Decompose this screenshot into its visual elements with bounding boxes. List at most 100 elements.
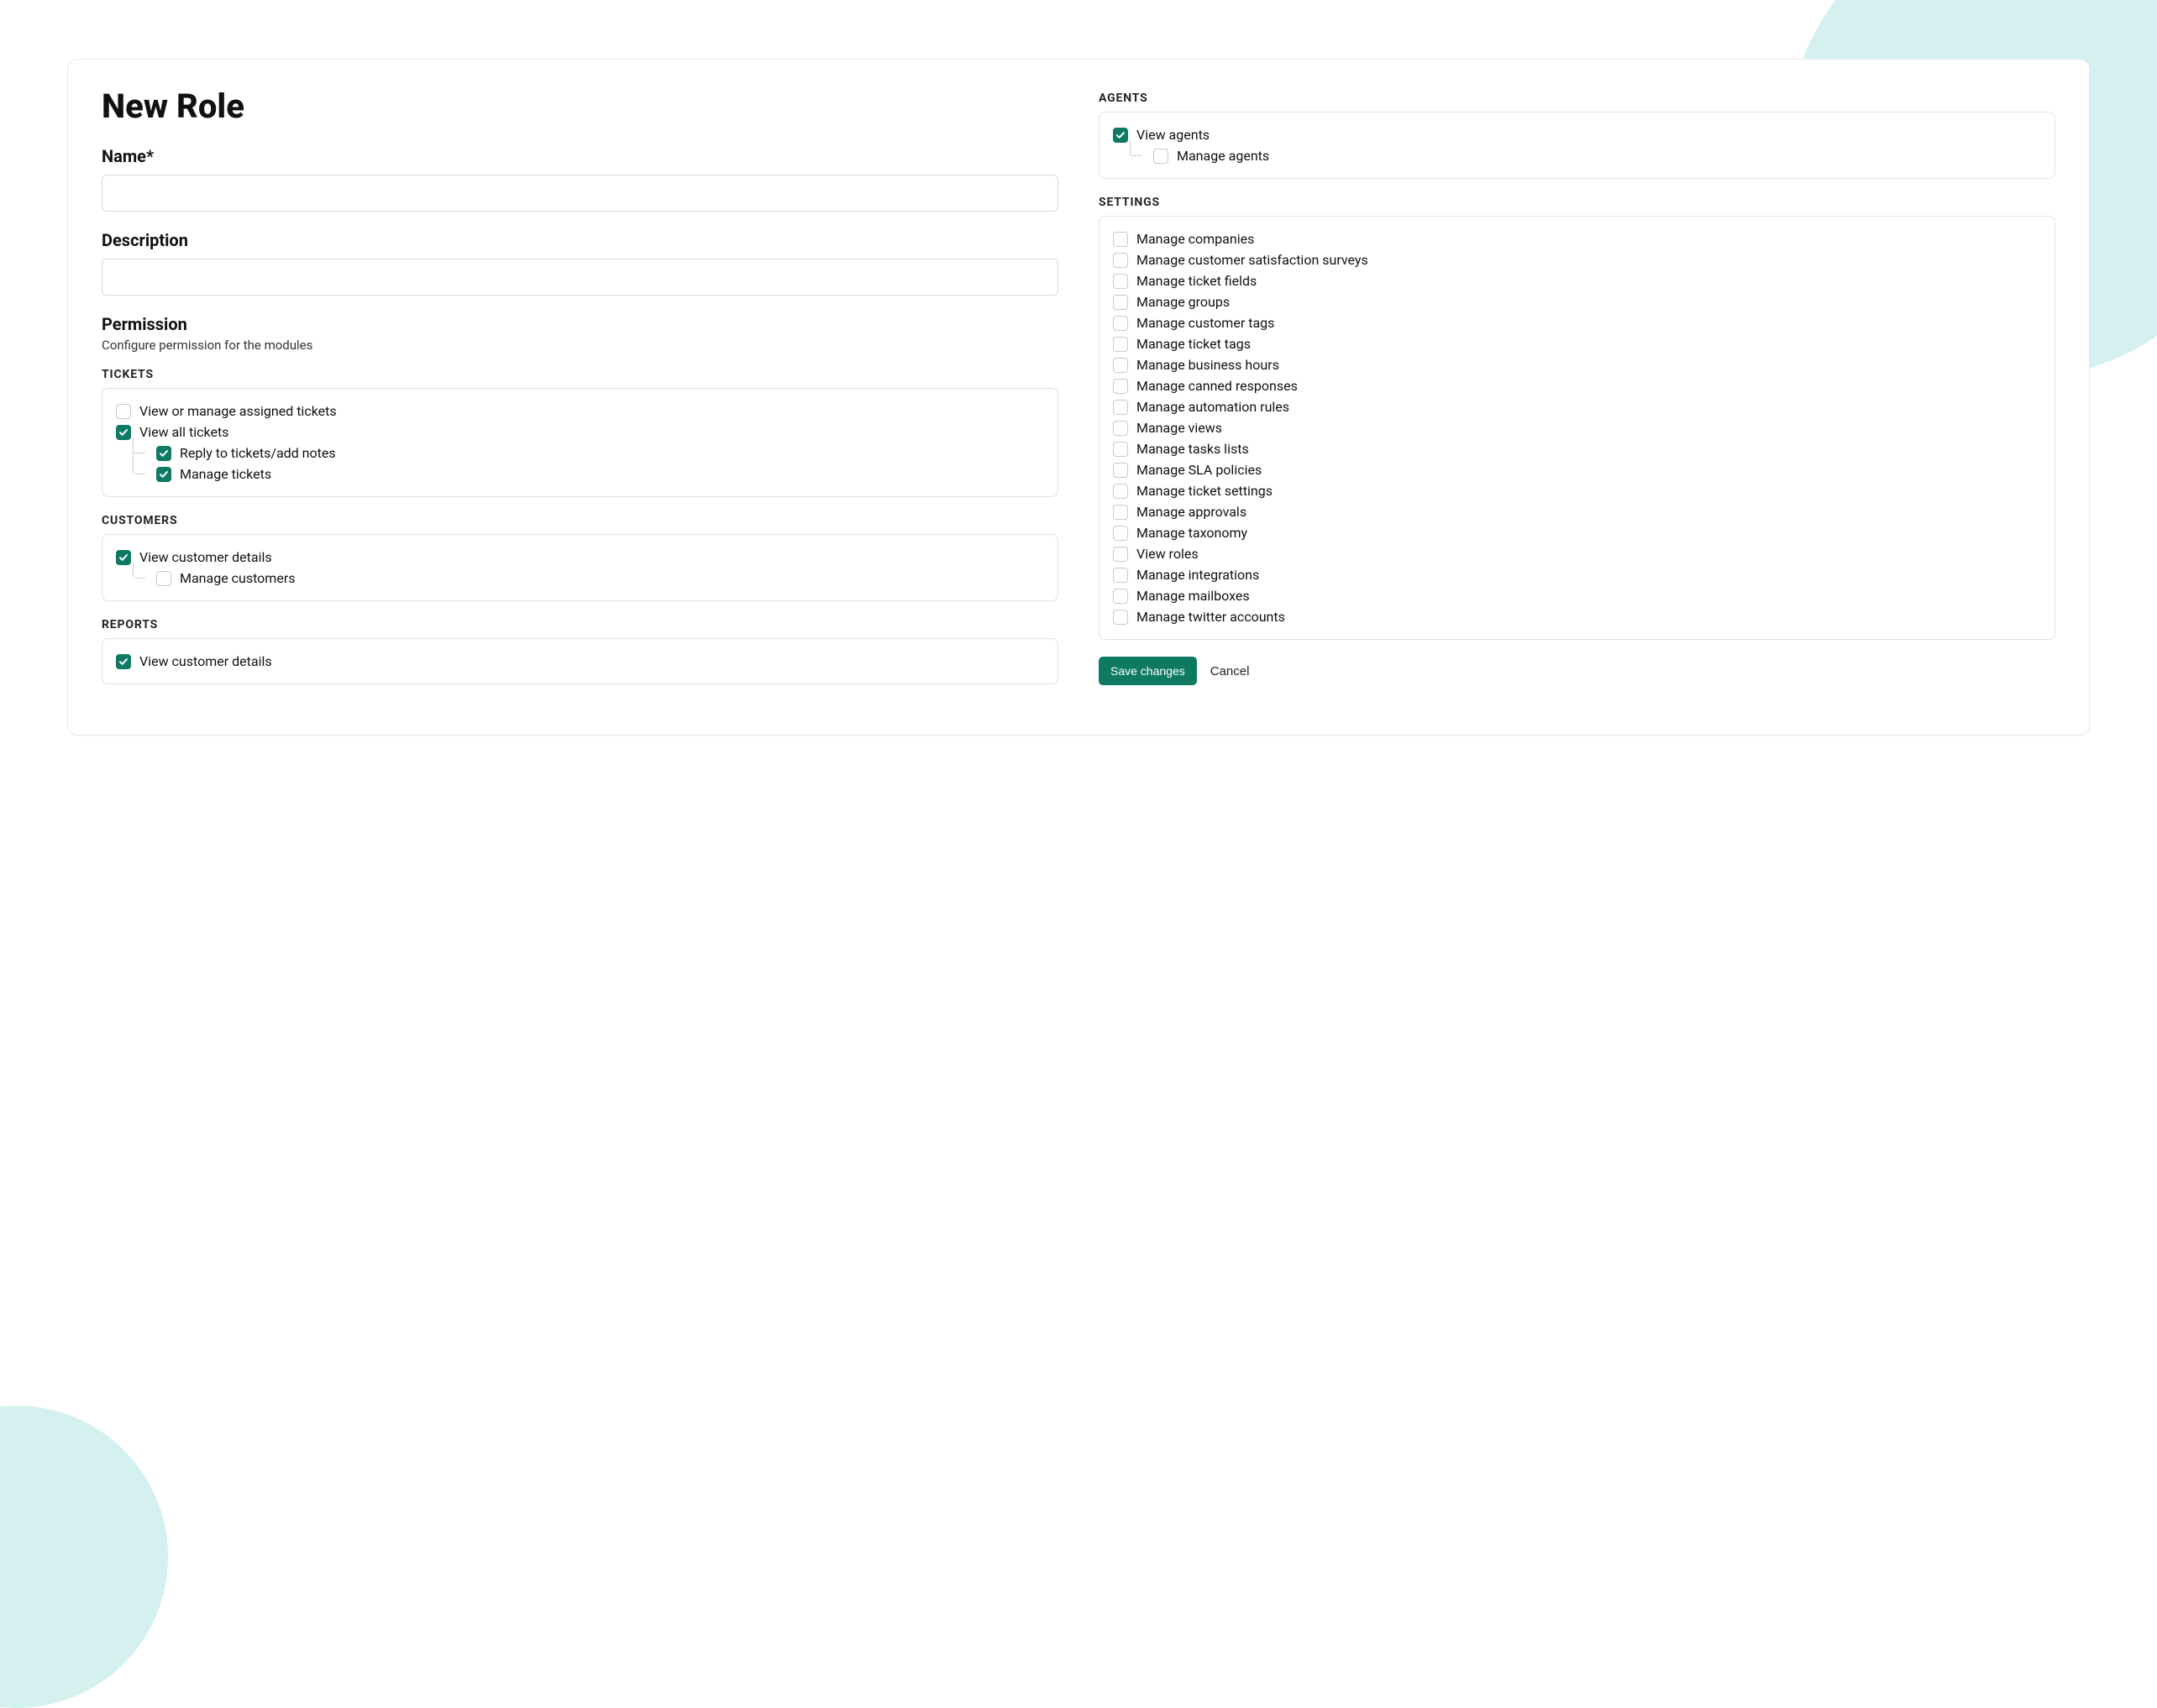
permission-checkbox[interactable]	[1113, 295, 1128, 310]
permission-row: View agents	[1113, 124, 2041, 145]
permission-checkbox[interactable]	[1113, 253, 1128, 268]
left-column: New Role Name* Description Permission Co…	[102, 86, 1058, 701]
permission-label: Manage views	[1136, 420, 1222, 436]
permission-label: Manage mailboxes	[1136, 588, 1250, 604]
permission-label: Manage automation rules	[1136, 399, 1289, 415]
name-input[interactable]	[102, 175, 1058, 212]
permission-row: Manage taxonomy	[1113, 522, 2041, 543]
permission-row: Manage agents	[1113, 145, 2041, 166]
right-column: AGENTS View agentsManage agents SETTINGS…	[1099, 86, 2055, 701]
permission-checkbox[interactable]	[1113, 589, 1128, 604]
permission-row: Manage customers	[116, 568, 1044, 589]
reports-box: View customer details	[102, 638, 1058, 684]
permission-row: View customer details	[116, 651, 1044, 672]
permission-label: Manage twitter accounts	[1136, 609, 1285, 625]
permission-checkbox[interactable]	[116, 550, 131, 565]
permission-row: Manage tasks lists	[1113, 438, 2041, 459]
permission-checkbox[interactable]	[1113, 505, 1128, 520]
permission-checkbox[interactable]	[116, 404, 131, 419]
permission-label: View all tickets	[139, 424, 228, 440]
description-label: Description	[102, 230, 1058, 250]
cancel-button[interactable]: Cancel	[1210, 664, 1250, 678]
permission-row: Manage approvals	[1113, 501, 2041, 522]
customers-box: View customer details Manage customers	[102, 534, 1058, 601]
permission-checkbox[interactable]	[1113, 526, 1128, 541]
permission-checkbox[interactable]	[1113, 128, 1128, 143]
tickets-heading: TICKETS	[102, 368, 1058, 381]
permission-label: Manage companies	[1136, 231, 1254, 247]
permission-checkbox[interactable]	[1113, 379, 1128, 394]
permission-row: Manage twitter accounts	[1113, 606, 2041, 627]
save-button[interactable]: Save changes	[1099, 657, 1197, 685]
permission-label: Manage approvals	[1136, 504, 1246, 520]
customers-heading: CUSTOMERS	[102, 514, 1058, 527]
permission-checkbox[interactable]	[1113, 358, 1128, 373]
permission-row: View customer details	[116, 547, 1044, 568]
decorative-circle-bottom	[0, 1406, 168, 1708]
name-field: Name*	[102, 146, 1058, 212]
permission-label: View roles	[1136, 546, 1199, 562]
permission-checkbox[interactable]	[1113, 337, 1128, 352]
permission-checkbox[interactable]	[116, 425, 131, 440]
permission-checkbox[interactable]	[1153, 149, 1168, 164]
agents-box: View agents Manage agents	[1099, 112, 2055, 179]
permission-checkbox[interactable]	[1113, 274, 1128, 289]
permission-checkbox[interactable]	[1113, 547, 1128, 562]
permission-label: Manage customer satisfaction surveys	[1136, 252, 1368, 268]
settings-box: Manage companies Manage customer satisfac…	[1099, 216, 2055, 640]
tickets-box: View or manage assigned tickets View all …	[102, 388, 1058, 497]
permission-row: Manage customer satisfaction surveys	[1113, 249, 2041, 270]
permission-checkbox[interactable]	[1113, 463, 1128, 478]
permission-label: Manage canned responses	[1136, 378, 1298, 394]
permission-row: Manage ticket fields	[1113, 270, 2041, 291]
permission-label: Manage integrations	[1136, 567, 1259, 583]
permission-row: Manage customer tags	[1113, 312, 2041, 333]
permission-row: Manage automation rules	[1113, 396, 2041, 417]
permission-row: Manage canned responses	[1113, 375, 2041, 396]
permission-label: Manage ticket fields	[1136, 273, 1257, 289]
form-actions: Save changes Cancel	[1099, 657, 2055, 685]
permission-row: Manage mailboxes	[1113, 585, 2041, 606]
permission-row: Manage integrations	[1113, 564, 2041, 585]
permission-checkbox[interactable]	[156, 467, 171, 482]
permission-label: View or manage assigned tickets	[139, 403, 337, 419]
permission-checkbox[interactable]	[156, 571, 171, 586]
permission-subtitle: Configure permission for the modules	[102, 338, 1058, 353]
permission-checkbox[interactable]	[1113, 316, 1128, 331]
permission-label: Manage tickets	[180, 466, 271, 482]
permission-checkbox[interactable]	[156, 446, 171, 461]
reports-heading: REPORTS	[102, 618, 1058, 631]
permission-label: Manage SLA policies	[1136, 462, 1262, 478]
permission-label: Manage tasks lists	[1136, 441, 1249, 457]
permission-row: Manage business hours	[1113, 354, 2041, 375]
permission-checkbox[interactable]	[1113, 484, 1128, 499]
description-input[interactable]	[102, 259, 1058, 296]
permission-checkbox[interactable]	[1113, 400, 1128, 415]
permission-label: View customer details	[139, 549, 272, 565]
permission-label: Manage groups	[1136, 294, 1230, 310]
description-field: Description	[102, 230, 1058, 296]
permission-checkbox[interactable]	[1113, 232, 1128, 247]
permission-label: Manage ticket tags	[1136, 336, 1251, 352]
permission-label: Manage taxonomy	[1136, 525, 1247, 541]
permission-checkbox[interactable]	[1113, 442, 1128, 457]
permission-label: Manage business hours	[1136, 357, 1279, 373]
permission-title: Permission	[102, 314, 1058, 334]
permission-row: View or manage assigned tickets	[116, 401, 1044, 422]
permission-row: Manage SLA policies	[1113, 459, 2041, 480]
permission-row: Manage views	[1113, 417, 2041, 438]
permission-label: View agents	[1136, 127, 1210, 143]
name-label: Name*	[102, 146, 1058, 166]
permission-label: Manage customer tags	[1136, 315, 1274, 331]
permission-checkbox[interactable]	[1113, 610, 1128, 625]
permission-label: Reply to tickets/add notes	[180, 445, 336, 461]
permission-row: Reply to tickets/add notes	[116, 443, 1044, 464]
permission-row: View roles	[1113, 543, 2041, 564]
permission-row: Manage ticket settings	[1113, 480, 2041, 501]
permission-label: Manage customers	[180, 570, 296, 586]
permission-checkbox[interactable]	[1113, 568, 1128, 583]
permission-checkbox[interactable]	[1113, 421, 1128, 436]
permission-checkbox[interactable]	[116, 654, 131, 669]
permission-row: Manage groups	[1113, 291, 2041, 312]
settings-heading: SETTINGS	[1099, 196, 2055, 209]
